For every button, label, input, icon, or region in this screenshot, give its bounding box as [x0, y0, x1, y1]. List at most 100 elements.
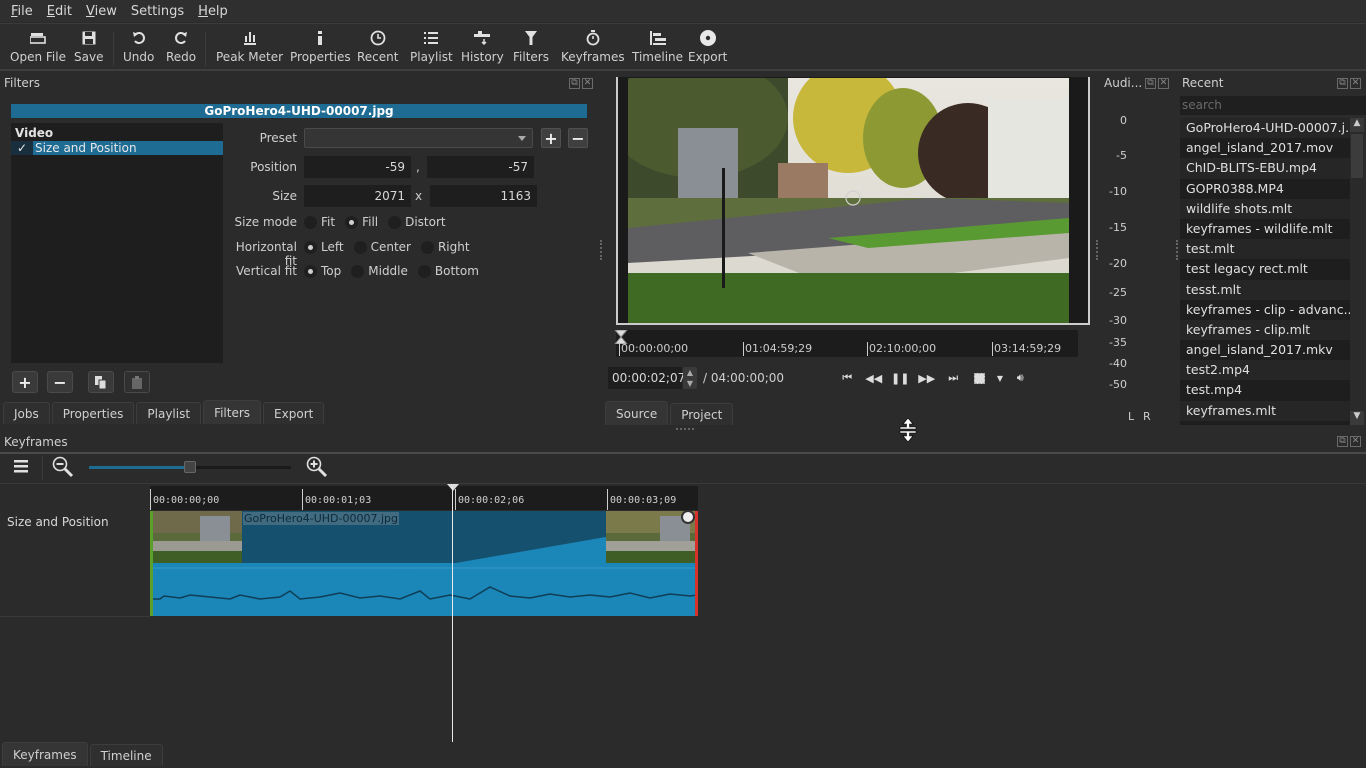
splitter-handle[interactable]	[1176, 240, 1178, 260]
position-x-field[interactable]: -59	[304, 156, 411, 178]
keyframes-menu-button[interactable]	[14, 459, 28, 476]
player-scrub-bar[interactable]: 00:00:00;00 01:04:59;29 02:10:00;00 03:1…	[614, 330, 1078, 357]
current-timecode-field[interactable]: 00:00:02;07	[608, 367, 685, 389]
filters-button[interactable]: Filters	[513, 28, 549, 64]
hfit-right-radio[interactable]: Right	[420, 240, 470, 254]
size-width-field[interactable]: 2071	[304, 185, 411, 207]
paste-filters-button[interactable]	[124, 371, 150, 393]
rewind-button[interactable]: ◀◀	[861, 369, 888, 387]
recent-item[interactable]: keyframes.mlt	[1180, 400, 1350, 421]
zoom-in-button[interactable]	[306, 456, 328, 481]
zoom-dropdown-button[interactable]: ▼	[993, 369, 1007, 387]
vfit-top-radio[interactable]: Top	[304, 264, 341, 278]
preset-combobox[interactable]	[304, 128, 533, 148]
copy-filters-button[interactable]	[88, 371, 114, 393]
recent-item[interactable]: tesst.mlt	[1180, 279, 1350, 300]
timeline-button[interactable]: Timeline	[632, 28, 683, 64]
recent-files-list[interactable]: GoProHero4-UHD-00007.j... angel_island_2…	[1180, 118, 1350, 425]
radio-button[interactable]	[417, 264, 431, 278]
tab-keyframes[interactable]: Keyframes	[2, 742, 88, 766]
remove-filter-button[interactable]: −	[47, 371, 73, 393]
tab-jobs[interactable]: Jobs	[3, 402, 50, 424]
recent-scrollbar[interactable]: ▲ ▼	[1350, 118, 1364, 425]
menu-edit[interactable]: Edit	[40, 4, 79, 19]
keyframes-playhead-icon[interactable]	[447, 484, 459, 492]
hfit-center-radio[interactable]: Center	[353, 240, 411, 254]
tab-timeline[interactable]: Timeline	[89, 744, 163, 766]
recent-item[interactable]: test2.mp4	[1180, 360, 1350, 381]
float-dock-icon[interactable]: ⧉	[1337, 78, 1348, 89]
radio-button[interactable]	[353, 240, 367, 254]
video-preview[interactable]	[628, 78, 1069, 323]
delete-preset-button[interactable]: −	[568, 128, 588, 148]
tab-properties[interactable]: Properties	[51, 402, 135, 424]
recent-item[interactable]: test.mlt	[1180, 239, 1350, 260]
out-point-marker[interactable]	[695, 511, 698, 616]
radio-button[interactable]	[345, 215, 359, 229]
recent-item[interactable]: keyframes - clip - advanc...	[1180, 300, 1350, 320]
scroll-up-icon[interactable]: ▲	[1350, 118, 1364, 132]
radio-button[interactable]	[351, 264, 365, 278]
recent-item[interactable]: wildlife shots.mlt	[1180, 198, 1350, 219]
vfit-bottom-radio[interactable]: Bottom	[417, 264, 479, 278]
keyframes-track-header[interactable]: Size and Position	[0, 510, 150, 617]
attached-filters-list[interactable]: Video ✓ Size and Position	[11, 123, 223, 363]
filter-enabled-checkbox[interactable]: ✓	[11, 141, 33, 155]
recent-item[interactable]: angel_island_2017.mov	[1180, 138, 1350, 158]
skip-to-next-button[interactable]: ⏭	[940, 369, 967, 387]
menu-help[interactable]: Help	[191, 4, 235, 19]
export-button[interactable]: Export	[688, 28, 727, 64]
recent-search-input[interactable]: search	[1180, 96, 1366, 115]
menu-file[interactable]: File	[4, 4, 40, 19]
radio-button[interactable]	[304, 240, 317, 254]
tab-filters[interactable]: Filters	[203, 400, 262, 424]
peak-meter-button[interactable]: Peak Meter	[216, 28, 283, 64]
tab-source[interactable]: Source	[605, 401, 669, 425]
recent-item[interactable]: GOPR0388.MP4	[1180, 179, 1350, 199]
radio-button[interactable]	[304, 215, 317, 229]
close-dock-icon[interactable]: ✕	[1350, 436, 1361, 447]
position-y-field[interactable]: -57	[427, 156, 534, 178]
save-preset-button[interactable]: +	[541, 128, 561, 148]
recent-item[interactable]: GoProHero4-UHD-00007.j...	[1180, 118, 1350, 139]
recent-item[interactable]: keyframes - clip.mlt	[1180, 319, 1350, 341]
tab-export[interactable]: Export	[263, 402, 325, 424]
radio-button[interactable]	[304, 264, 317, 278]
float-dock-icon[interactable]: ⧉	[569, 78, 580, 89]
keyframe-clip[interactable]: GoProHero4-UHD-00007.jpg	[150, 511, 698, 616]
splitter-handle[interactable]	[600, 240, 602, 260]
keyframes-playhead-line[interactable]	[452, 486, 453, 742]
radio-button[interactable]	[420, 240, 434, 254]
close-dock-icon[interactable]: ✕	[582, 78, 593, 89]
volume-button[interactable]: 🔊︎	[1007, 369, 1034, 387]
spin-down-icon[interactable]: ▼	[683, 378, 697, 389]
recent-item[interactable]: test legacy rect.mlt	[1180, 259, 1350, 279]
vfit-middle-radio[interactable]: Middle	[351, 264, 408, 278]
add-filter-button[interactable]: +	[12, 371, 38, 393]
filter-item-size-and-position[interactable]: ✓ Size and Position	[11, 141, 223, 155]
zoom-fit-button[interactable]	[967, 369, 994, 387]
keyframes-button[interactable]: Keyframes	[561, 28, 625, 64]
recent-item[interactable]: angel_island_2017.mkv	[1180, 340, 1350, 360]
zoom-out-button[interactable]	[52, 456, 74, 481]
open-file-button[interactable]: Open File	[10, 28, 66, 64]
timecode-spinner[interactable]: ▲ ▼	[683, 367, 697, 389]
menu-settings[interactable]: Settings	[124, 4, 191, 19]
scrollbar-thumb[interactable]	[1351, 134, 1363, 178]
recent-item[interactable]: ChID-BLITS-EBU.mp4	[1180, 158, 1350, 179]
size-mode-fit-radio[interactable]: Fit	[304, 215, 335, 229]
playlist-button[interactable]: Playlist	[410, 28, 453, 64]
recent-button[interactable]: Recent	[357, 28, 398, 64]
radio-button[interactable]	[388, 215, 402, 229]
scroll-down-icon[interactable]: ▼	[1350, 411, 1364, 425]
splitter-handle[interactable]	[1096, 240, 1098, 260]
tab-project[interactable]: Project	[670, 403, 734, 425]
menu-view[interactable]: View	[79, 4, 124, 19]
fast-forward-button[interactable]: ▶▶	[914, 369, 941, 387]
size-mode-fill-radio[interactable]: Fill	[345, 215, 378, 229]
save-button[interactable]: Save	[74, 28, 103, 64]
redo-button[interactable]: Redo	[166, 28, 196, 64]
tab-playlist[interactable]: Playlist	[136, 402, 202, 424]
skip-to-previous-button[interactable]: ⏮	[834, 369, 861, 387]
size-mode-distort-radio[interactable]: Distort	[388, 215, 446, 229]
